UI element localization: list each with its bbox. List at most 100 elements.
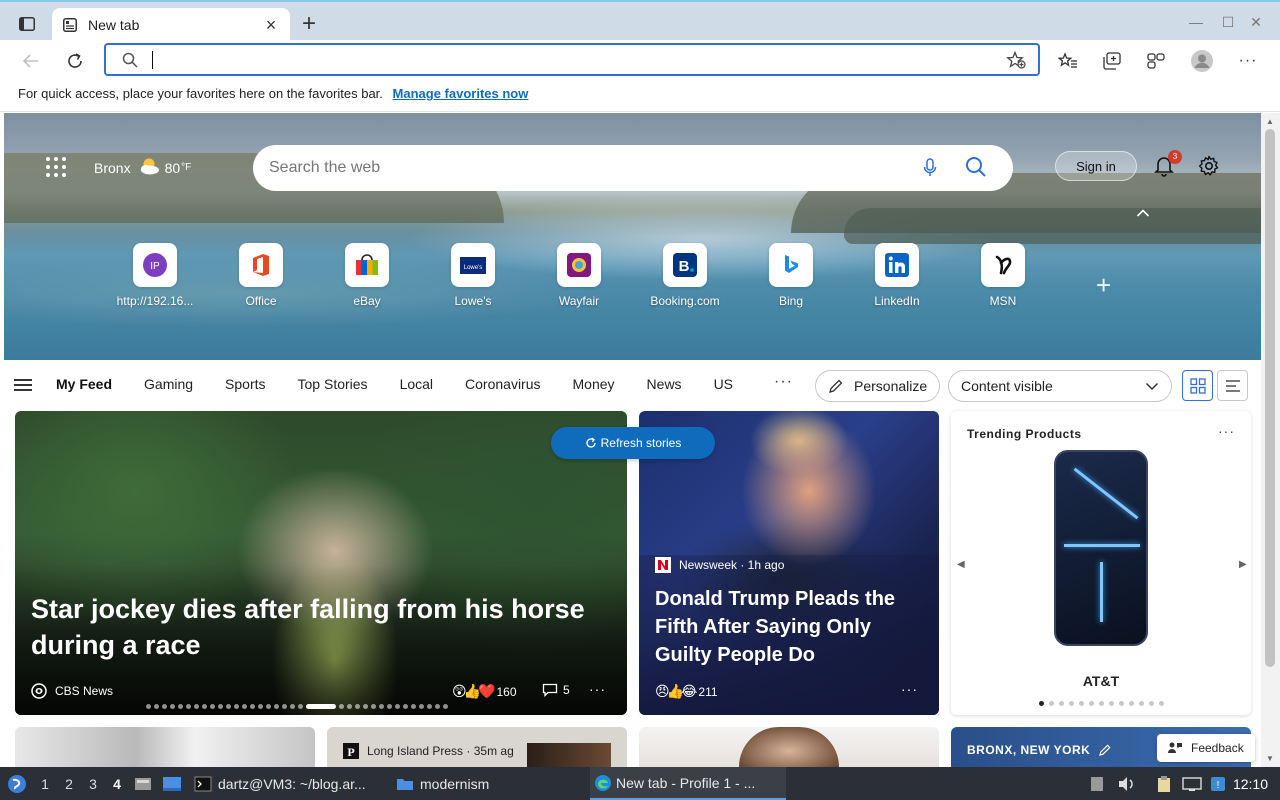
news-story-reactions[interactable]: 😠👍😂 211 (655, 683, 718, 700)
more-options-icon[interactable]: ··· (589, 681, 606, 697)
profile-avatar-icon[interactable] (1189, 48, 1215, 74)
taskbar-folder-window[interactable]: modernism (396, 767, 582, 800)
carousel-next-icon[interactable]: ▶ (1239, 559, 1247, 570)
chat-notification-icon[interactable]: ! (1210, 767, 1230, 800)
scroll-up-icon[interactable]: ▲ (1266, 117, 1274, 126)
add-favorite-icon[interactable] (1006, 50, 1026, 74)
tab-news[interactable]: News (647, 376, 682, 392)
workspace-1[interactable]: 1 (35, 767, 55, 800)
main-story-card[interactable]: Star jockey dies after falling from his … (15, 411, 627, 715)
main-story-comments[interactable]: 5 (542, 683, 570, 697)
more-options-icon[interactable]: ··· (901, 681, 918, 697)
close-tab-icon[interactable]: × (262, 16, 280, 34)
show-desktop-icon[interactable] (162, 767, 184, 800)
file-manager-icon[interactable] (134, 767, 154, 800)
refresh-stories-button[interactable]: Refresh stories (551, 427, 715, 459)
quick-link-tile[interactable]: Wayfair (534, 243, 624, 308)
more-tabs-icon[interactable]: ··· (774, 373, 793, 391)
quick-link-tile[interactable]: IP http://192.16... (110, 243, 200, 308)
quick-link-tile[interactable]: Bing (746, 243, 836, 308)
content-visibility-select[interactable]: Content visible (948, 370, 1172, 402)
terminal-window-label: dartz@VM3: ~/blog.ar... (218, 775, 366, 792)
tab-gaming[interactable]: Gaming (144, 376, 193, 392)
taskbar-terminal-window[interactable]: dartz@VM3: ~/blog.ar... (194, 767, 388, 800)
story-card[interactable] (15, 727, 315, 767)
main-story-reactions[interactable]: 😲👍❤️ 160 (452, 683, 517, 700)
favorites-icon[interactable] (1055, 48, 1081, 74)
page-settings-icon[interactable] (1198, 155, 1220, 182)
feedback-button[interactable]: Feedback (1157, 734, 1255, 762)
workspace-3[interactable]: 3 (83, 767, 103, 800)
minimize-icon[interactable]: — (1184, 12, 1208, 32)
list-view-icon[interactable] (1217, 370, 1248, 401)
tab-local[interactable]: Local (400, 376, 433, 392)
quick-link-tile[interactable]: Lowe's Lowe's (428, 243, 518, 308)
address-bar[interactable] (104, 43, 1040, 76)
tab-actions-icon[interactable] (16, 14, 38, 34)
add-quick-link-icon[interactable]: + (1096, 270, 1111, 301)
news-story-headline[interactable]: Donald Trump Pleads the Fifth After Sayi… (655, 585, 925, 669)
edit-location-icon[interactable] (1098, 743, 1112, 757)
trending-products-card[interactable]: Trending Products ··· ◀ ▶ AT&T (951, 411, 1251, 715)
quick-link-tile[interactable]: MSN (958, 243, 1048, 308)
trending-product-name[interactable]: AT&T (951, 673, 1251, 689)
volume-icon[interactable] (1118, 767, 1138, 800)
carousel-prev-icon[interactable]: ◀ (957, 559, 965, 570)
quick-link-label: Booking.com (650, 294, 720, 308)
tab-my-feed[interactable]: My Feed (56, 376, 112, 392)
quick-link-label: Lowe's (454, 294, 492, 308)
scrollbar-thumb[interactable] (1265, 129, 1275, 667)
grid-view-icon[interactable] (1182, 370, 1213, 401)
quick-link-label: eBay (353, 294, 381, 308)
page-scrollbar[interactable]: ▲ ▼ (1261, 113, 1280, 767)
refresh-icon[interactable] (62, 48, 88, 74)
wayfair-icon (557, 243, 601, 287)
manage-favorites-link[interactable]: Manage favorites now (393, 86, 529, 101)
settings-and-more-icon[interactable]: ··· (1235, 48, 1261, 74)
quick-link-tile[interactable]: Office (216, 243, 306, 308)
scroll-down-icon[interactable]: ▼ (1266, 754, 1274, 763)
main-story-headline[interactable]: Star jockey dies after falling from his … (31, 591, 621, 663)
extensions-icon[interactable] (1143, 48, 1169, 74)
tray-app-icon[interactable] (1090, 767, 1108, 800)
clipboard-icon[interactable] (1156, 767, 1176, 800)
web-search-icon[interactable] (965, 156, 987, 183)
start-menu-icon[interactable] (6, 767, 28, 800)
tab-coronavirus[interactable]: Coronavirus (465, 376, 540, 392)
back-icon[interactable] (18, 48, 44, 74)
network-icon[interactable] (1182, 767, 1204, 800)
weather-widget[interactable]: Bronx 80 °F (94, 157, 191, 178)
quick-link-tile[interactable]: B Booking.com (640, 243, 730, 308)
cbs-news-icon (31, 683, 47, 699)
notifications-icon[interactable]: 3 (1154, 150, 1182, 182)
menu-icon[interactable] (14, 379, 32, 391)
tab-us[interactable]: US (714, 376, 733, 392)
story-card[interactable] (639, 727, 939, 767)
collections-icon[interactable] (1099, 48, 1125, 74)
quick-link-tile[interactable]: LinkedIn (852, 243, 942, 308)
main-story-source[interactable]: CBS News (31, 683, 113, 699)
main-story-comment-count: 5 (563, 683, 570, 697)
app-launcher-icon[interactable] (46, 157, 66, 177)
workspace-4[interactable]: 4 (107, 767, 127, 800)
personalize-button[interactable]: Personalize (815, 370, 940, 402)
more-options-icon[interactable]: ··· (1218, 423, 1235, 439)
tab-money[interactable]: Money (573, 376, 615, 392)
workspace-2[interactable]: 2 (59, 767, 79, 800)
story-source[interactable]: P Long Island Press · 35m ag (343, 743, 514, 759)
tab-top-stories[interactable]: Top Stories (298, 376, 368, 392)
web-search-input[interactable] (269, 156, 889, 180)
news-story-source[interactable]: Newsweek · 1h ago (655, 557, 784, 573)
story-card[interactable]: P Long Island Press · 35m ag (327, 727, 627, 767)
tab-sports[interactable]: Sports (225, 376, 265, 392)
close-window-icon[interactable]: ✕ (1244, 12, 1268, 32)
quick-link-label: Bing (778, 294, 804, 308)
new-tab-button[interactable]: + (296, 12, 322, 38)
maximize-icon[interactable]: ☐ (1216, 12, 1240, 32)
collapse-chevron-icon[interactable] (1136, 205, 1150, 223)
sign-in-button[interactable]: Sign in (1055, 151, 1137, 181)
microphone-icon[interactable] (923, 158, 937, 183)
tab-new-tab[interactable]: New tab × (52, 8, 290, 42)
quick-link-tile[interactable]: eBay (322, 243, 412, 308)
taskbar-browser-window[interactable]: New tab - Profile 1 - ... (590, 767, 786, 800)
